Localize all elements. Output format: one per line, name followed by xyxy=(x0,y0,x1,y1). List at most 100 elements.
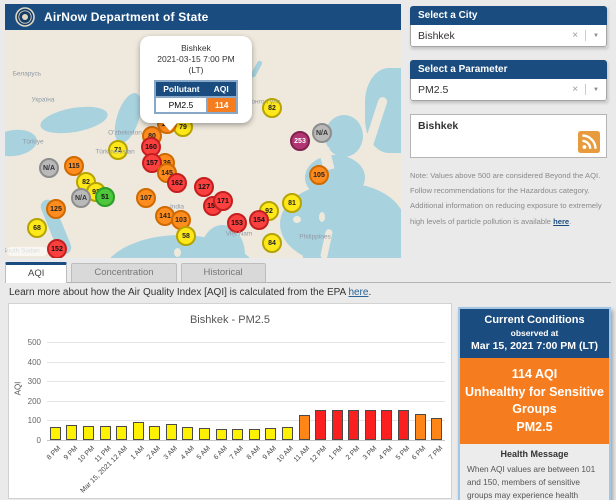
aqi-marker[interactable]: 84 xyxy=(262,233,282,253)
note-here-link[interactable]: here xyxy=(553,217,569,226)
chevron-down-icon[interactable]: ▼ xyxy=(586,87,599,93)
chart-bar[interactable] xyxy=(133,422,144,440)
chart-x-tick-label: 1 PM xyxy=(328,445,345,462)
aqi-marker[interactable]: 171 xyxy=(213,191,233,211)
clear-icon[interactable]: × xyxy=(568,84,586,95)
city-select-value[interactable]: Bishkek xyxy=(418,30,568,42)
aqi-marker[interactable]: 154 xyxy=(249,210,269,230)
parameter-select-box: Select a Parameter PM2.5 × ▼ xyxy=(410,60,607,101)
chart-x-tick-label: 8 AM xyxy=(246,445,262,461)
aqi-marker[interactable]: 107 xyxy=(136,188,156,208)
popup-table: Pollutant AQI PM2.5 114 xyxy=(154,80,237,114)
aqi-marker[interactable]: 58 xyxy=(176,226,196,246)
aqi-map[interactable]: 791177180160136157145162127107115N/A8292… xyxy=(5,30,401,258)
health-message-title: Health Message xyxy=(467,449,602,459)
feed-box: Bishkek xyxy=(410,114,607,158)
chart-bar[interactable] xyxy=(398,410,409,440)
island-taiwan xyxy=(319,212,325,222)
left-column: AirNow Department of State xyxy=(5,4,401,258)
popup-timezone: (LT) xyxy=(145,65,247,76)
chart-bar[interactable] xyxy=(431,418,442,440)
aqi-marker[interactable]: 152 xyxy=(47,239,67,258)
chart-bar[interactable] xyxy=(265,428,276,440)
chart-bar[interactable] xyxy=(149,426,160,440)
tab-concentration[interactable]: Concentration xyxy=(71,263,176,282)
chart-bar[interactable] xyxy=(216,429,227,440)
chart-x-tick-label: 10 PM xyxy=(77,445,96,464)
chart-x-tick-label: 2 PM xyxy=(345,445,362,462)
chart-x-tick-label: 5 AM xyxy=(196,445,212,461)
learn-more-text: Learn more about how the Air Quality Ind… xyxy=(9,287,371,298)
sidebar: Select a City Bishkek × ▼ Select a Param… xyxy=(410,6,607,229)
aqi-marker[interactable]: 51 xyxy=(95,187,115,207)
chart-bar[interactable] xyxy=(50,427,61,440)
chevron-down-icon[interactable]: ▼ xyxy=(586,33,599,39)
health-message-block: Health Message When AQI values are betwe… xyxy=(460,444,609,500)
chart-bar[interactable] xyxy=(166,424,177,440)
chart-x-tick-label: 4 PM xyxy=(378,445,395,462)
chart-bar[interactable] xyxy=(249,429,260,440)
chart-x-tick-label: 3 PM xyxy=(361,445,378,462)
note-suffix: . xyxy=(569,217,571,226)
aqi-marker[interactable]: 253 xyxy=(290,131,310,151)
chart-bar[interactable] xyxy=(299,415,310,440)
rss-icon[interactable] xyxy=(578,131,600,153)
chart-bar[interactable] xyxy=(232,429,243,440)
map-place-label: Беларусь xyxy=(13,71,41,78)
aqi-marker[interactable]: 105 xyxy=(309,165,329,185)
observed-datetime: Mar 15, 2021 7:00 PM (LT) xyxy=(464,340,605,352)
chart-bar[interactable] xyxy=(83,426,94,440)
city-select[interactable]: Bishkek × ▼ xyxy=(410,25,607,47)
chart-bar[interactable] xyxy=(100,426,111,440)
chart-y-tick: 400 xyxy=(13,358,41,367)
aqi-marker[interactable]: N/A xyxy=(312,123,332,143)
parameter-select-value[interactable]: PM2.5 xyxy=(418,84,568,96)
city-select-box: Select a City Bishkek × ▼ xyxy=(410,6,607,47)
chart-bar[interactable] xyxy=(66,425,77,440)
learn-more-here-link[interactable]: here xyxy=(348,287,368,298)
chart-y-tick: 200 xyxy=(13,397,41,406)
chart-bar[interactable] xyxy=(365,410,376,440)
chart-bar[interactable] xyxy=(116,426,127,440)
chart-bar[interactable] xyxy=(199,428,210,440)
chart-bar[interactable] xyxy=(332,410,343,440)
aqi-chart-card: Bishkek - PM2.5 AQI 50040030020010008 PM… xyxy=(8,303,452,499)
aqi-category-block: 114 AQI Unhealthy for Sensitive Groups P… xyxy=(460,358,609,444)
aqi-marker[interactable]: N/A xyxy=(71,188,91,208)
chart-bar[interactable] xyxy=(348,410,359,440)
chart-bar[interactable] xyxy=(415,414,426,440)
chart-x-tick-label: 11 AM xyxy=(293,445,312,464)
parameter-select[interactable]: PM2.5 × ▼ xyxy=(410,79,607,101)
chart-baseline xyxy=(47,440,445,441)
chart-bar[interactable] xyxy=(381,410,392,440)
chart-bar[interactable] xyxy=(182,427,193,440)
chart-y-tick: 500 xyxy=(13,338,41,347)
clear-icon[interactable]: × xyxy=(568,30,586,41)
aqi-parameter-line: PM2.5 xyxy=(465,419,604,437)
aqi-marker[interactable]: 162 xyxy=(167,173,187,193)
aqi-category-line: Unhealthy for Sensitive Groups xyxy=(465,384,604,419)
chart-y-tick: 0 xyxy=(13,436,41,445)
aqi-marker[interactable]: 81 xyxy=(282,193,302,213)
chart-x-tick-label: 12 PM xyxy=(309,445,328,464)
note-text: Note: Values above 500 are considered Be… xyxy=(410,171,602,226)
chart-x-tick-label: 7 AM xyxy=(229,445,245,461)
chart-title: Bishkek - PM2.5 xyxy=(9,314,451,326)
aqi-marker[interactable]: 68 xyxy=(27,218,47,238)
city-select-label: Select a City xyxy=(410,6,607,25)
aqi-marker[interactable]: N/A xyxy=(39,158,59,178)
popup-col-aqi: AQI xyxy=(207,81,237,97)
aqi-marker[interactable]: 125 xyxy=(46,199,66,219)
popup-datetime: 2021-03-15 7:00 PM xyxy=(145,54,247,65)
observed-at-label: observed at xyxy=(464,328,605,338)
tab-historical[interactable]: Historical xyxy=(181,263,266,282)
popup-pollutant-value: PM2.5 xyxy=(155,97,206,113)
chart-bar[interactable] xyxy=(282,427,293,440)
app-title: AirNow Department of State xyxy=(44,10,209,24)
chart-bar[interactable] xyxy=(315,410,326,440)
map-place-label: O'zbekiston xyxy=(108,130,142,137)
aqi-marker[interactable]: 127 xyxy=(194,177,214,197)
chart-gridline xyxy=(47,381,445,382)
app-header: AirNow Department of State xyxy=(5,4,401,30)
tab-aqi[interactable]: AQI xyxy=(5,262,67,283)
